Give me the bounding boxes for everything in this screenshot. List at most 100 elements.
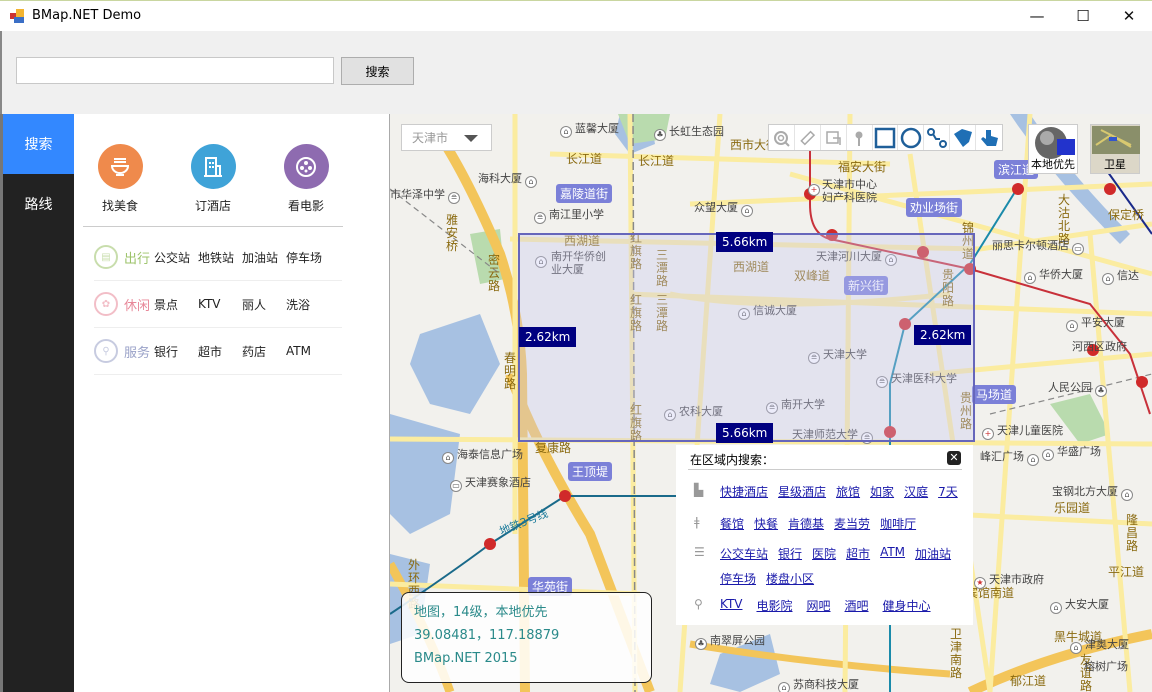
transport-icon: ▤	[94, 245, 118, 269]
popup-link[interactable]: 7天	[938, 483, 958, 500]
polyline-tool-button[interactable]	[924, 125, 951, 150]
popup-link[interactable]: 公交车站	[720, 545, 768, 562]
polyline-icon	[926, 127, 947, 148]
popup-link[interactable]: 停车场	[720, 570, 756, 587]
popup-link[interactable]: 如家	[870, 483, 894, 500]
area-tool-button[interactable]	[821, 125, 847, 150]
search-input[interactable]	[16, 57, 334, 84]
service-icon: ⚲	[94, 339, 118, 363]
maximize-icon: ☐	[1076, 7, 1090, 25]
leisure-icon: ✿	[94, 292, 118, 316]
chevron-down-icon	[464, 135, 478, 142]
poi-label: ≘ 南江里小学	[534, 206, 604, 224]
popup-link[interactable]: 快捷酒店	[720, 483, 768, 500]
popup-link[interactable]: 银行	[778, 545, 802, 562]
link-bank[interactable]: 银行	[154, 343, 198, 360]
nav-item-route[interactable]: 路线	[3, 174, 74, 234]
link-gas-station[interactable]: 加油站	[242, 249, 286, 266]
popup-link[interactable]: ATM	[880, 545, 905, 562]
minimize-button[interactable]: —	[1014, 1, 1060, 31]
link-pharmacy[interactable]: 药店	[242, 343, 286, 360]
popup-row-entertainment: KTV 电影院 网吧 酒吧 健身中心	[720, 597, 970, 614]
maximize-button[interactable]: ☐	[1060, 1, 1106, 31]
distance-label-bottom: 5.66km	[716, 423, 774, 443]
link-beauty[interactable]: 丽人	[242, 296, 286, 313]
category-movie[interactable]: 看电影	[270, 144, 342, 214]
popup-link[interactable]: 肯德基	[788, 515, 824, 532]
row-title: 出行	[124, 251, 151, 267]
map-view[interactable]: 长江道 长江道 西市大街 福安大街 西湖道 西湖道 双峰道 红旗路 红旗路 红旗…	[390, 114, 1152, 692]
category-label: 看电影	[287, 199, 324, 213]
zoom-magnifier-icon	[774, 130, 791, 147]
close-icon[interactable]: ✕	[947, 451, 961, 465]
city-select[interactable]: 天津市	[401, 124, 492, 151]
polygon-icon	[953, 128, 972, 147]
popup-link[interactable]: 酒吧	[845, 597, 869, 614]
link-atm[interactable]: ATM	[286, 344, 330, 358]
rectangle-tool-button[interactable]	[873, 125, 899, 150]
link-subway-station[interactable]: 地铁站	[198, 249, 242, 266]
popup-link[interactable]: 餐馆	[720, 515, 744, 532]
divider	[688, 469, 962, 470]
popup-row-hotel: 快捷酒店 星级酒店 旅馆 如家 汉庭 7天	[720, 483, 970, 500]
zoom-tool-button[interactable]	[769, 125, 795, 150]
poi-label: ⌂ 蓝馨大厦	[560, 120, 619, 138]
poi-label: 众望大厦 ⌂	[694, 199, 756, 217]
close-button[interactable]: ✕	[1106, 1, 1152, 31]
popup-title: 在区域内搜索：	[690, 453, 775, 467]
hand-tool-button[interactable]	[976, 125, 1002, 150]
selection-rectangle[interactable]	[518, 233, 975, 442]
service-icon: ☰	[694, 545, 705, 559]
row-title: 休闲	[124, 298, 151, 314]
popup-link[interactable]: 星级酒店	[778, 483, 826, 500]
nav-item-search[interactable]: 搜索	[3, 114, 74, 174]
row-title: 服务	[124, 345, 151, 361]
link-supermarket[interactable]: 超市	[198, 343, 242, 360]
popup-link[interactable]: 麦当劳	[834, 515, 870, 532]
link-bath[interactable]: 洗浴	[286, 296, 330, 313]
drawing-toolbar	[768, 124, 1003, 151]
poi-label: 海科大厦 ⌂	[478, 170, 540, 188]
link-scenic[interactable]: 景点	[154, 296, 198, 313]
row-transport: ▤ 出行 公交站 地铁站 加油站 停车场	[94, 234, 342, 281]
hotel-building-icon	[190, 144, 236, 189]
popup-link[interactable]: 加油站	[915, 545, 951, 562]
map-pin-icon	[855, 131, 863, 146]
measure-tool-button[interactable]	[795, 125, 821, 150]
distance-label-left: 2.62km	[519, 327, 577, 347]
popup-link[interactable]: 旅馆	[836, 483, 860, 500]
poi-label: ⌂ 大安大厦	[1050, 596, 1109, 614]
popup-link[interactable]: 快餐	[754, 515, 778, 532]
popup-row-service: 公交车站 银行 医院 超市 ATM 加油站 停车场 楼盘小区	[720, 545, 970, 587]
category-food[interactable]: 找美食	[84, 144, 156, 214]
search-button[interactable]: 搜索	[341, 57, 414, 85]
popup-link[interactable]: 超市	[846, 545, 870, 562]
road-label: 雅安桥	[446, 213, 459, 253]
divider	[83, 226, 343, 227]
link-ktv[interactable]: KTV	[198, 297, 242, 311]
hand-pointer-icon	[981, 129, 999, 146]
popup-link[interactable]: 楼盘小区	[766, 570, 814, 587]
popup-link[interactable]: 汉庭	[904, 483, 928, 500]
polygon-tool-button[interactable]	[950, 125, 977, 150]
category-hotel[interactable]: 订酒店	[177, 144, 249, 214]
microphone-icon: ⚲	[694, 597, 703, 611]
popup-link[interactable]: 健身中心	[883, 597, 931, 614]
link-parking[interactable]: 停车场	[286, 249, 330, 266]
marker-tool-button[interactable]	[847, 125, 873, 150]
popup-link[interactable]: 电影院	[756, 597, 792, 614]
circle-tool-button[interactable]	[898, 125, 925, 150]
nav-item-label: 搜索	[24, 137, 53, 153]
map-info-level: 地图，14级，本地优先	[414, 605, 548, 620]
popup-link[interactable]: 咖啡厅	[880, 515, 916, 532]
popup-link[interactable]: 网吧	[807, 597, 831, 614]
map-type-satellite[interactable]: 卫星	[1090, 124, 1140, 174]
popup-link[interactable]: KTV	[720, 597, 742, 614]
film-reel-icon	[283, 144, 329, 189]
hotel-icon: ▙	[694, 483, 704, 497]
link-bus-station[interactable]: 公交站	[154, 249, 198, 266]
popup-link[interactable]: 医院	[812, 545, 836, 562]
poi-label: ♣ 长虹生态园	[654, 123, 724, 141]
map-type-local[interactable]: 本地优先	[1028, 124, 1078, 174]
noodle-bowl-icon	[97, 144, 143, 189]
